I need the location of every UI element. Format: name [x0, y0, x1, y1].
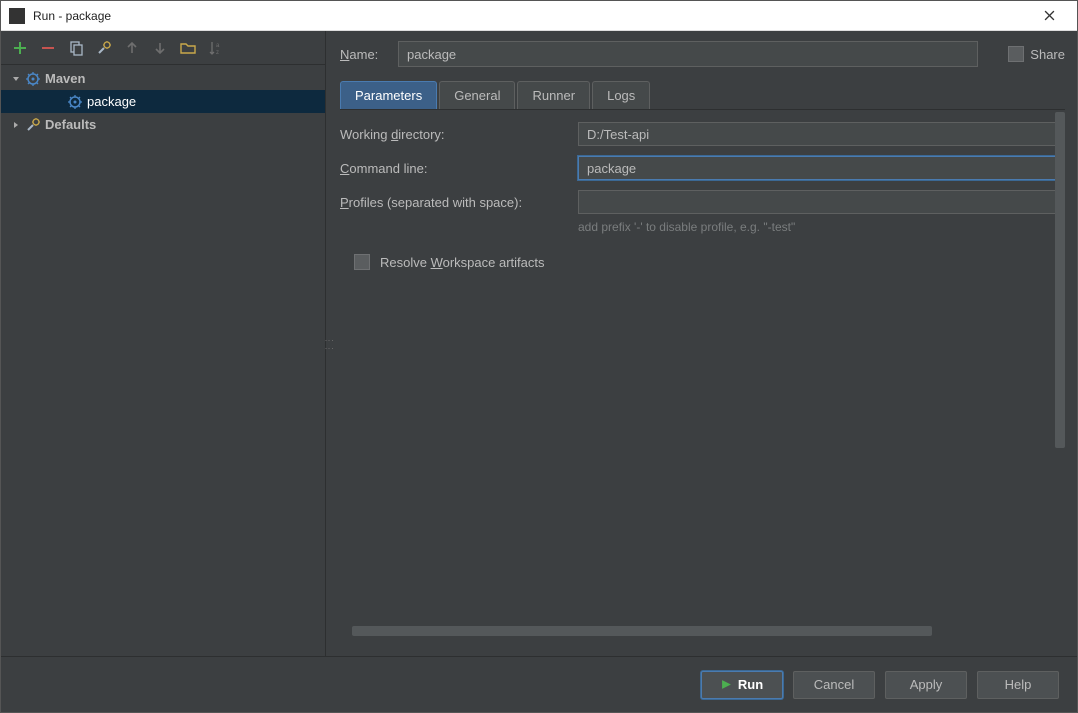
play-icon: [721, 679, 732, 690]
window-title: Run - package: [33, 9, 1029, 23]
working-dir-input[interactable]: [578, 122, 1065, 146]
share-checkbox[interactable]: [1008, 46, 1024, 62]
wrench-gear-icon: [96, 40, 112, 56]
help-button[interactable]: Help: [977, 671, 1059, 699]
profiles-label: Profiles (separated with space):: [340, 195, 578, 210]
resolve-workspace-checkbox[interactable]: [354, 254, 370, 270]
apply-button[interactable]: Apply: [885, 671, 967, 699]
svg-text:a: a: [216, 43, 220, 49]
title-bar: Run - package: [1, 1, 1077, 31]
tab-content: Working directory: Command line: Profile…: [340, 110, 1065, 656]
sort-az-icon: az: [208, 40, 224, 56]
folder-icon: [180, 40, 196, 56]
wrench-gear-icon: [25, 117, 41, 133]
horizontal-scrollbar[interactable]: [340, 626, 1053, 636]
tree-node-defaults[interactable]: Defaults: [1, 113, 325, 136]
folder-button[interactable]: [177, 37, 199, 59]
config-panel: Name: Share Parameters General Runner Lo…: [332, 31, 1077, 656]
name-row: Name: Share: [340, 41, 1065, 67]
name-input[interactable]: [398, 41, 978, 67]
chevron-right-icon: [12, 121, 20, 129]
app-icon: [9, 8, 25, 24]
main-area: az Maven package: [1, 31, 1077, 656]
minus-icon: [40, 40, 56, 56]
tab-general[interactable]: General: [439, 81, 515, 109]
expand-arrow[interactable]: [11, 75, 21, 83]
tree-node-maven[interactable]: Maven: [1, 67, 325, 90]
move-down-button[interactable]: [149, 37, 171, 59]
button-bar: Run Cancel Apply Help: [1, 656, 1077, 712]
copy-icon: [68, 40, 84, 56]
tab-bar: Parameters General Runner Logs: [340, 81, 1065, 110]
name-label: Name:: [340, 47, 386, 62]
gear-icon: [67, 94, 83, 110]
close-icon: [1044, 10, 1055, 21]
svg-text:z: z: [216, 50, 219, 56]
profiles-row: Profiles (separated with space):: [340, 190, 1065, 214]
tree-label: Defaults: [45, 117, 96, 132]
add-button[interactable]: [9, 37, 31, 59]
sort-button[interactable]: az: [205, 37, 227, 59]
resolve-workspace-label: Resolve Workspace artifacts: [380, 255, 545, 270]
working-dir-row: Working directory:: [340, 122, 1065, 146]
tree-label: package: [87, 94, 136, 109]
plus-icon: [12, 40, 28, 56]
command-line-label: Command line:: [340, 161, 578, 176]
tab-parameters[interactable]: Parameters: [340, 81, 437, 109]
arrow-down-icon: [152, 40, 168, 56]
profiles-hint: add prefix '-' to disable profile, e.g. …: [578, 220, 1065, 234]
copy-button[interactable]: [65, 37, 87, 59]
grip-icon: ⋮⋮: [328, 336, 331, 352]
share-checkbox-group: Share: [1008, 46, 1065, 62]
command-line-input[interactable]: [578, 156, 1065, 180]
close-button[interactable]: [1029, 2, 1069, 30]
scrollbar-thumb[interactable]: [1055, 112, 1065, 448]
config-tree: Maven package Defaults: [1, 65, 325, 656]
gear-icon: [25, 71, 41, 87]
scrollbar-thumb[interactable]: [352, 626, 932, 636]
tab-runner[interactable]: Runner: [517, 81, 590, 109]
sidebar: az Maven package: [1, 31, 326, 656]
tab-logs[interactable]: Logs: [592, 81, 650, 109]
run-config-dialog: Run - package: [0, 0, 1078, 713]
chevron-down-icon: [12, 75, 20, 83]
cancel-button[interactable]: Cancel: [793, 671, 875, 699]
profiles-input[interactable]: [578, 190, 1065, 214]
dialog-body: az Maven package: [1, 31, 1077, 712]
tree-label: Maven: [45, 71, 85, 86]
vertical-scrollbar[interactable]: [1055, 110, 1065, 450]
move-up-button[interactable]: [121, 37, 143, 59]
working-dir-label: Working directory:: [340, 127, 578, 142]
command-line-row: Command line:: [340, 156, 1065, 180]
remove-button[interactable]: [37, 37, 59, 59]
run-button[interactable]: Run: [701, 671, 783, 699]
tree-node-package[interactable]: package: [1, 90, 325, 113]
expand-arrow[interactable]: [11, 121, 21, 129]
settings-button[interactable]: [93, 37, 115, 59]
resolve-workspace-row: Resolve Workspace artifacts: [354, 254, 1065, 270]
sidebar-toolbar: az: [1, 31, 325, 65]
arrow-up-icon: [124, 40, 140, 56]
share-label: Share: [1030, 47, 1065, 62]
